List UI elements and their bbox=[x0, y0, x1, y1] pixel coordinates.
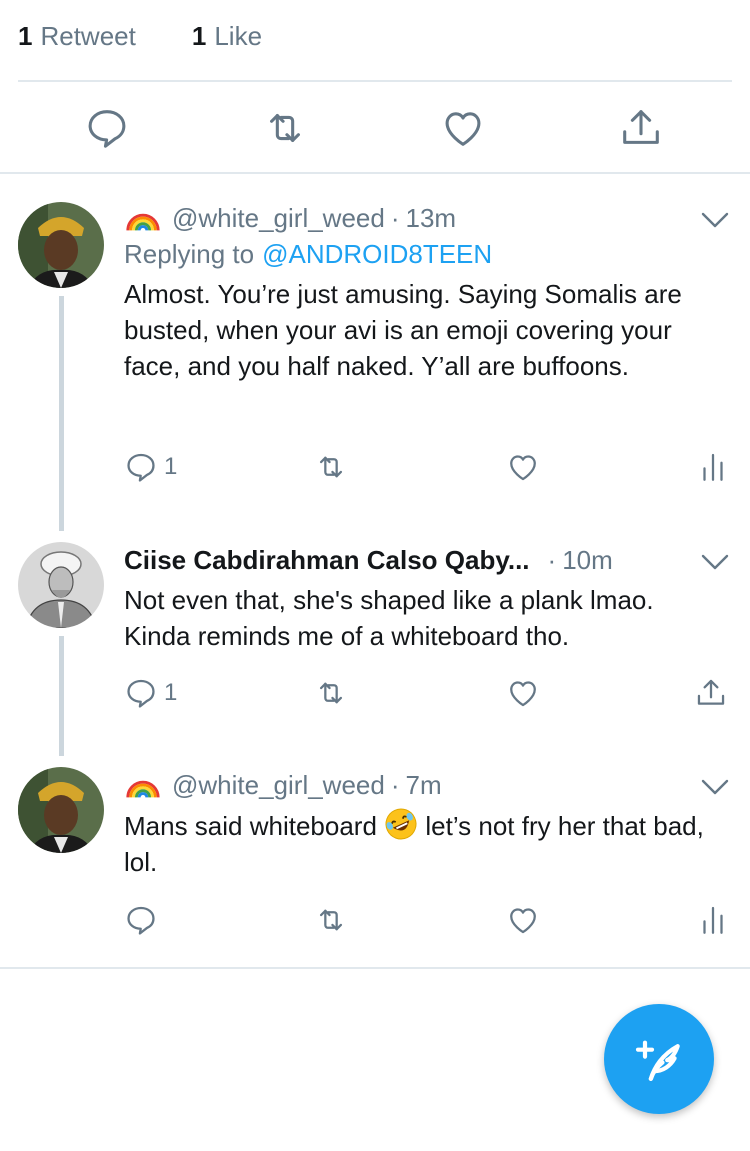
reply-action-bar: 1 bbox=[124, 447, 750, 487]
tweet-action-bar bbox=[0, 84, 750, 172]
like-button[interactable] bbox=[506, 673, 540, 713]
reply-header: @white_girl_weed · 13m bbox=[124, 200, 722, 236]
action-divider bbox=[0, 172, 750, 174]
reply-button[interactable]: 1 bbox=[124, 447, 177, 487]
like-label: Like bbox=[214, 20, 263, 51]
reply-action-bar bbox=[124, 900, 750, 940]
retweet-count: 1 bbox=[18, 20, 33, 51]
replying-to: Replying to @ANDROID8TEEN bbox=[124, 236, 722, 272]
analytics-button[interactable] bbox=[696, 447, 730, 487]
tweet-text: Mans said whiteboard let’s not fry her t… bbox=[124, 807, 722, 880]
reply-count: 1 bbox=[164, 453, 178, 480]
user-handle[interactable]: @white_girl_weed bbox=[172, 203, 385, 234]
reply-icon bbox=[127, 453, 155, 482]
chevron-down-icon[interactable] bbox=[700, 777, 730, 797]
analytics-icon bbox=[703, 906, 723, 934]
like-button[interactable] bbox=[506, 900, 540, 940]
user-name[interactable]: Ciise Cabdirahman Calso Qaby... bbox=[124, 545, 530, 576]
reply-button[interactable] bbox=[81, 102, 133, 154]
heart-icon bbox=[445, 112, 481, 146]
like-stat[interactable]: 1 Like bbox=[192, 21, 262, 52]
reply-icon bbox=[127, 679, 155, 708]
reply-content: @white_girl_weed · 13m Replying to @ANDR… bbox=[124, 200, 722, 384]
tweet-stats: 1 Retweet 1 Like bbox=[18, 18, 318, 54]
like-button[interactable] bbox=[506, 447, 540, 487]
avatar-image bbox=[18, 202, 104, 288]
reply-content: Ciise Cabdirahman Calso Qaby... · 10m No… bbox=[124, 542, 722, 654]
timestamp: 10m bbox=[562, 544, 613, 575]
separator-dot: · bbox=[390, 202, 400, 233]
retweet-icon bbox=[319, 682, 343, 704]
share-button[interactable] bbox=[615, 102, 667, 154]
reply-header: @white_girl_weed · 7m bbox=[124, 767, 722, 803]
thread-line bbox=[59, 296, 64, 531]
heart-icon bbox=[510, 908, 536, 934]
analytics-icon bbox=[703, 453, 723, 481]
share-icon bbox=[697, 679, 725, 705]
retweet-button[interactable] bbox=[314, 900, 348, 940]
replying-mention[interactable]: @ANDROID8TEEN bbox=[262, 239, 492, 270]
tweet-text: Not even that, she's shaped like a plank… bbox=[124, 585, 654, 651]
retweet-button[interactable] bbox=[259, 102, 311, 154]
reply-content: @white_girl_weed · 7m Mans said whiteboa… bbox=[124, 767, 722, 880]
separator-dot: · bbox=[547, 544, 557, 575]
separator-dot: · bbox=[390, 769, 400, 800]
heart-icon bbox=[510, 681, 536, 707]
retweet-label: Retweet bbox=[40, 20, 136, 51]
retweet-button[interactable] bbox=[314, 447, 348, 487]
thread-end-divider bbox=[0, 967, 750, 969]
replying-prefix: Replying to bbox=[124, 238, 255, 269]
reply-icon bbox=[127, 906, 155, 935]
retweet-button[interactable] bbox=[314, 673, 348, 713]
share-button[interactable] bbox=[694, 673, 728, 713]
compose-feather-icon bbox=[635, 1040, 680, 1081]
tweet-text: Almost. You’re just amusing. Saying Soma… bbox=[124, 279, 682, 381]
tweet-detail-screen: 1 Retweet 1 Like @white_girl_weed · 13m … bbox=[0, 0, 750, 1151]
avatar-image bbox=[18, 542, 104, 628]
reply-header: Ciise Cabdirahman Calso Qaby... · 10m bbox=[124, 542, 722, 578]
rainbow-emoji bbox=[126, 780, 160, 798]
retweet-stat[interactable]: 1 Retweet bbox=[18, 21, 136, 52]
reply-button[interactable] bbox=[124, 900, 158, 940]
analytics-button[interactable] bbox=[696, 900, 730, 940]
chevron-down-icon[interactable] bbox=[700, 552, 730, 572]
avatar[interactable] bbox=[18, 542, 104, 628]
reply-action-bar: 1 bbox=[124, 673, 750, 713]
avatar[interactable] bbox=[18, 767, 104, 853]
chevron-down-icon[interactable] bbox=[700, 210, 730, 230]
thread-line bbox=[59, 636, 64, 756]
avatar[interactable] bbox=[18, 202, 104, 288]
like-button[interactable] bbox=[437, 102, 489, 154]
stats-divider bbox=[18, 80, 732, 82]
rolling-on-floor-laughing-emoji bbox=[385, 808, 417, 840]
timestamp: 7m bbox=[405, 769, 442, 800]
compose-tweet-button[interactable] bbox=[604, 1004, 714, 1114]
like-count: 1 bbox=[191, 20, 207, 51]
tweet-text-before: Mans said whiteboard bbox=[124, 811, 377, 841]
avatar-image bbox=[18, 767, 104, 853]
retweet-icon bbox=[319, 909, 343, 931]
retweet-icon bbox=[270, 114, 300, 142]
user-handle[interactable]: @white_girl_weed bbox=[172, 770, 385, 801]
rainbow-emoji bbox=[126, 213, 160, 231]
share-icon bbox=[623, 110, 659, 144]
reply-button[interactable]: 1 bbox=[124, 673, 177, 713]
timestamp: 13m bbox=[405, 202, 457, 233]
reply-count: 1 bbox=[164, 679, 178, 706]
retweet-icon bbox=[319, 456, 343, 478]
heart-icon bbox=[510, 455, 536, 481]
reply-icon bbox=[88, 110, 126, 148]
